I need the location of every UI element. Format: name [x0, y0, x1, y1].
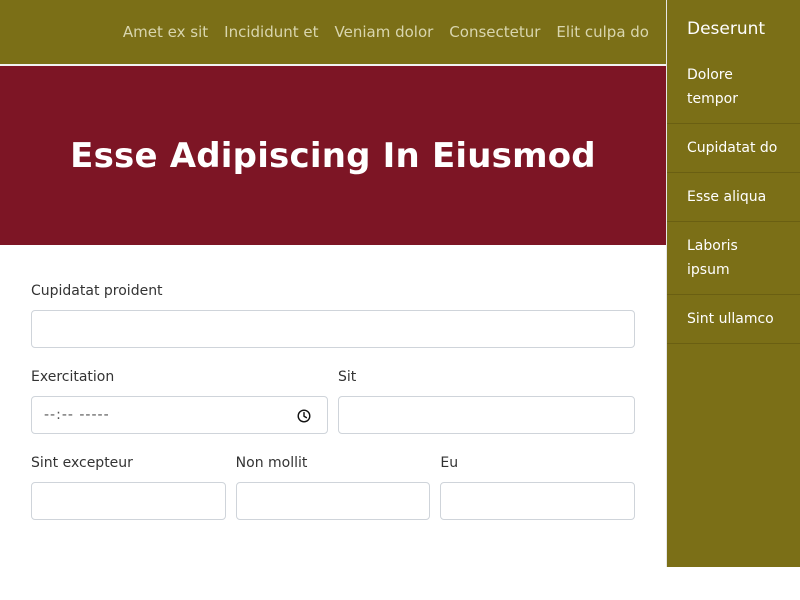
- nav-link-consectetur[interactable]: Consectetur: [449, 23, 540, 41]
- nav-link-elit[interactable]: Elit culpa do: [556, 23, 649, 41]
- sint-excepteur-input[interactable]: [31, 482, 226, 520]
- field-non-mollit: Non mollit: [235, 453, 431, 520]
- form-row-2: Exercitation --:-- ----- Sit: [31, 367, 635, 434]
- sidebar: Deserunt Dolore tempor Cupidatat do Esse…: [666, 0, 800, 567]
- sidebar-item-sint[interactable]: Sint ullamco: [667, 295, 800, 344]
- sidebar-item-dolore[interactable]: Dolore tempor: [667, 51, 800, 124]
- field-sint-excepteur-label: Sint excepteur: [31, 455, 133, 471]
- clock-icon[interactable]: [297, 409, 311, 423]
- eu-input[interactable]: [440, 482, 636, 520]
- nav-link-incididunt[interactable]: Incididunt et: [224, 23, 318, 41]
- nav-link-amet[interactable]: Amet ex sit: [123, 23, 208, 41]
- sit-input[interactable]: [338, 396, 635, 434]
- cupidatat-input[interactable]: [31, 310, 635, 348]
- field-sit: Sit: [338, 367, 635, 434]
- time-placeholder: --:-- -----: [44, 407, 110, 423]
- sidebar-item-esse[interactable]: Esse aliqua: [667, 173, 800, 222]
- exercitation-time-input[interactable]: --:-- -----: [31, 396, 328, 434]
- sidebar-list: Dolore tempor Cupidatat do Esse aliqua L…: [667, 51, 800, 344]
- field-sit-label: Sit: [338, 369, 357, 385]
- page: Amet ex sit Incididunt et Veniam dolor C…: [0, 0, 800, 600]
- field-eu-label: Eu: [440, 455, 459, 471]
- non-mollit-input[interactable]: [235, 482, 431, 520]
- field-eu: Eu: [440, 453, 636, 520]
- form-row-3: Sint excepteur Non mollit Eu: [31, 453, 636, 520]
- field-cupidatat-label: Cupidatat proident: [31, 283, 163, 299]
- sidebar-item-laboris[interactable]: Laboris ipsum: [667, 222, 800, 295]
- hero-banner: Esse Adipiscing In Eiusmod: [0, 66, 666, 245]
- field-sint-excepteur: Sint excepteur: [31, 453, 226, 520]
- field-cupidatat: Cupidatat proident: [31, 281, 635, 348]
- sidebar-item-cupidatat[interactable]: Cupidatat do: [667, 124, 800, 173]
- field-non-mollit-label: Non mollit: [235, 455, 308, 471]
- form-row-1: Cupidatat proident: [31, 281, 635, 348]
- page-title: Esse Adipiscing In Eiusmod: [70, 135, 596, 176]
- nav-link-veniam[interactable]: Veniam dolor: [335, 23, 434, 41]
- top-navigation: Amet ex sit Incididunt et Veniam dolor C…: [0, 0, 666, 66]
- field-exercitation-label: Exercitation: [31, 369, 115, 385]
- sidebar-title: Deserunt: [687, 19, 766, 39]
- main-form: Cupidatat proident Exercitation --:-- --…: [31, 281, 636, 520]
- field-exercitation: Exercitation --:-- -----: [31, 367, 328, 434]
